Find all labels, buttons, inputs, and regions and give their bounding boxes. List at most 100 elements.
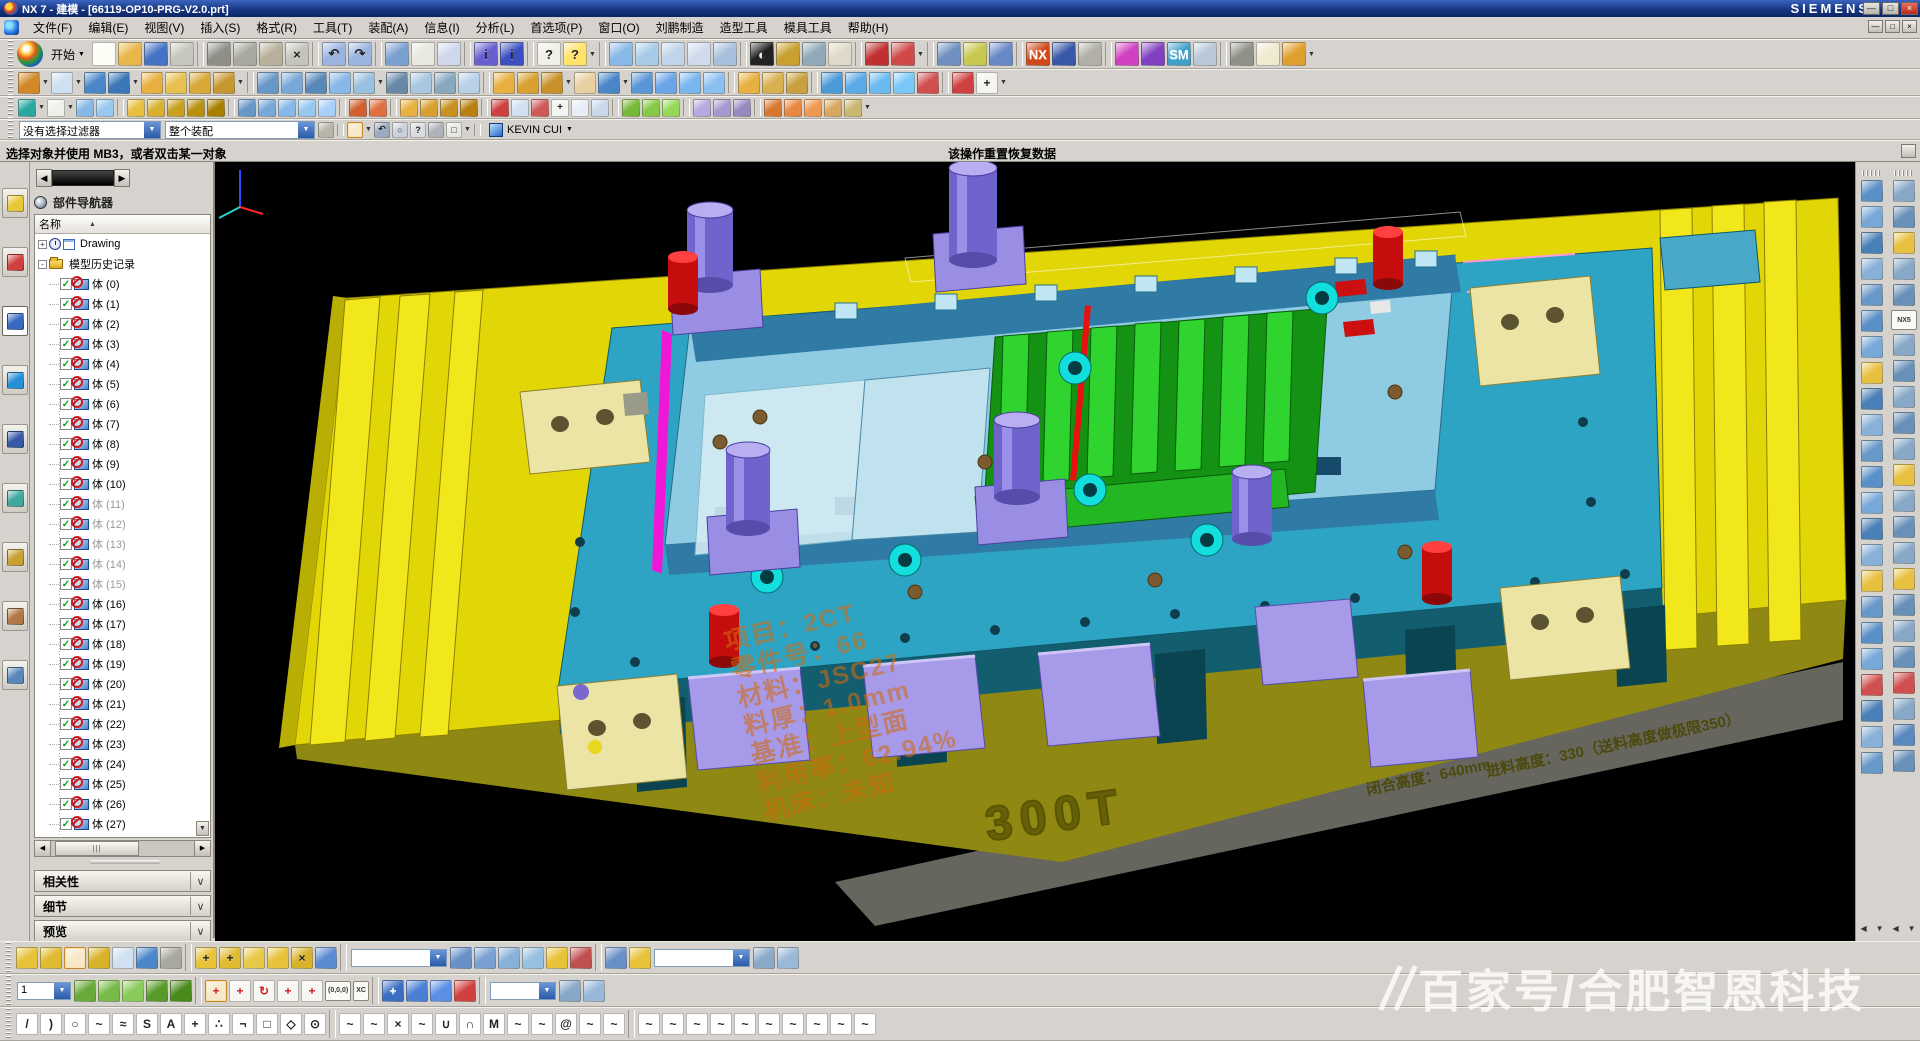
view-clip-icon[interactable]	[437, 42, 461, 66]
sketch-icon[interactable]	[18, 72, 40, 94]
rectangle-icon[interactable]: □	[256, 1013, 278, 1035]
tube-r-icon[interactable]	[1893, 750, 1915, 772]
n-sided-surface-icon[interactable]	[353, 72, 375, 94]
tree-node-Drawing[interactable]: +Drawing	[35, 234, 210, 254]
tree-item-体 (9)[interactable]: ✓体 (9)	[35, 454, 210, 474]
quick-pick-icon[interactable]: ?	[410, 122, 426, 138]
trim-body-icon[interactable]	[679, 72, 701, 94]
intersect-curve-icon[interactable]: ×	[387, 1013, 409, 1035]
trimetric-view-icon[interactable]	[96, 99, 114, 117]
datum-plane-icon[interactable]	[51, 72, 73, 94]
resource-clock-icon[interactable]	[1052, 42, 1076, 66]
delete-face-r-icon[interactable]	[1893, 334, 1915, 356]
scrollbar-thumb[interactable]: |||	[55, 841, 139, 856]
through-curve-mesh-icon[interactable]	[1861, 284, 1883, 306]
corner-curve-icon[interactable]: ¬	[232, 1013, 254, 1035]
toolbar-grip[interactable]	[1862, 170, 1882, 176]
section-curve-icon[interactable]: ~	[411, 1013, 433, 1035]
solid-punch-icon[interactable]	[1893, 724, 1915, 746]
pencil-edit-icon[interactable]	[1282, 42, 1306, 66]
component-rule-icon[interactable]	[318, 99, 336, 117]
close-button[interactable]: ×	[1901, 2, 1918, 15]
scroll-right-icon[interactable]: ▶	[194, 841, 210, 856]
move-object-icon[interactable]	[989, 42, 1013, 66]
sequence-icon[interactable]	[522, 947, 544, 969]
shaded-view-icon[interactable]	[776, 42, 800, 66]
part-families-icon[interactable]	[642, 99, 660, 117]
tree-item-体 (12)[interactable]: ✓体 (12)	[35, 514, 210, 534]
fit-window-icon[interactable]	[635, 42, 659, 66]
draft-analysis-icon[interactable]	[784, 99, 802, 117]
edge-symmetry-icon[interactable]	[1861, 700, 1883, 722]
chevron-down-icon[interactable]: ▼	[298, 122, 314, 138]
tree-horizontal-scrollbar[interactable]: ◀ ||| ▶	[34, 840, 211, 857]
body-rule-icon[interactable]	[278, 99, 296, 117]
toolbar-grip[interactable]	[6, 975, 11, 1006]
divide-curve-icon[interactable]: ~	[662, 1013, 684, 1035]
chevron-down-icon[interactable]: ▼	[463, 126, 472, 133]
match-edge-icon[interactable]	[1861, 674, 1883, 696]
toolbar-grip[interactable]	[6, 942, 11, 973]
point-dialog-icon[interactable]: +	[976, 72, 998, 94]
assembly-search-combo[interactable]: ▼	[351, 949, 447, 967]
chevron-down-icon[interactable]: ▼	[733, 950, 749, 966]
hole-icon[interactable]	[141, 72, 163, 94]
revolve-icon[interactable]	[108, 72, 130, 94]
chevron-down-icon[interactable]: ▼	[364, 126, 373, 133]
unbend-icon[interactable]	[1893, 646, 1915, 668]
pattern-feature-icon[interactable]	[738, 72, 760, 94]
notebook-icon[interactable]	[1256, 42, 1280, 66]
selection-scope-combo[interactable]: 整个装配 ▼	[165, 121, 315, 139]
tree-item-体 (6)[interactable]: ✓体 (6)	[35, 394, 210, 414]
touch-tools-button[interactable]	[2, 542, 28, 572]
model-compare-icon[interactable]	[662, 99, 680, 117]
project-curve-icon[interactable]: ~	[363, 1013, 385, 1035]
measure-body-icon[interactable]	[733, 99, 751, 117]
reorder-blend-icon[interactable]	[1893, 490, 1915, 512]
toolbar-grip[interactable]	[8, 40, 13, 68]
slider-left-button[interactable]: ◀	[36, 169, 52, 187]
expand-icon[interactable]: +	[38, 240, 47, 249]
new-file-icon[interactable]	[92, 42, 116, 66]
scroll-up-icon[interactable]: ◀	[1892, 924, 1898, 933]
tree-item-体 (18)[interactable]: ✓体 (18)	[35, 634, 210, 654]
intersect-icon[interactable]	[541, 72, 563, 94]
collapse-icon[interactable]: ▼	[1908, 924, 1916, 933]
trimmed-sheet-icon[interactable]	[1861, 518, 1883, 540]
menu-帮助H[interactable]: 帮助(H)	[840, 19, 897, 37]
tube-icon[interactable]	[386, 72, 408, 94]
tree-item-体 (8)[interactable]: ✓体 (8)	[35, 434, 210, 454]
datum-csys-icon[interactable]	[952, 72, 974, 94]
restore-button[interactable]: □	[1882, 2, 1899, 15]
menu-工具T[interactable]: 工具(T)	[305, 19, 360, 37]
cut-icon[interactable]	[207, 42, 231, 66]
menu-编辑E[interactable]: 编辑(E)	[80, 19, 136, 37]
wcs-dynamics-icon[interactable]: +	[205, 980, 227, 1002]
grid-display-icon[interactable]	[1078, 42, 1102, 66]
material-vase-icon[interactable]	[865, 42, 889, 66]
offset-surface-r-icon[interactable]	[1861, 492, 1883, 514]
copy-to-layer-icon[interactable]	[170, 980, 192, 1002]
copy-icon[interactable]	[233, 42, 257, 66]
sheet-to-solid-icon[interactable]	[1861, 752, 1883, 774]
collapse-icon[interactable]: ▼	[1876, 924, 1884, 933]
offset-region-icon[interactable]	[869, 72, 891, 94]
rotate-view-icon[interactable]	[713, 42, 737, 66]
layer-visible-in-view-icon[interactable]	[98, 980, 120, 1002]
help-balloon-icon[interactable]: ?	[563, 42, 587, 66]
point-icon[interactable]: +	[184, 1013, 206, 1035]
pan-view-icon[interactable]	[687, 42, 711, 66]
resize-face-icon[interactable]	[1893, 258, 1915, 280]
mirror-feature-icon[interactable]	[762, 72, 784, 94]
toolbar-grip[interactable]	[8, 97, 13, 118]
scroll-left-icon[interactable]: ◀	[35, 841, 51, 856]
swept-icon[interactable]	[305, 72, 327, 94]
point-sm-icon[interactable]: +	[551, 99, 569, 117]
purple-sphere-icon[interactable]	[1141, 42, 1165, 66]
start-menu-button[interactable]: 开始 ▼	[45, 44, 91, 65]
replace-face-icon[interactable]	[893, 72, 915, 94]
tree-node-模型历史记录[interactable]: -模型历史记录	[35, 254, 210, 274]
graphics-viewport[interactable]: 项目：2CT零件号：66材料：JSC27料厚：1.0mm基准：上型面利用率：62…	[215, 162, 1855, 941]
roles-button[interactable]	[2, 601, 28, 631]
create-add-icon[interactable]	[420, 99, 438, 117]
